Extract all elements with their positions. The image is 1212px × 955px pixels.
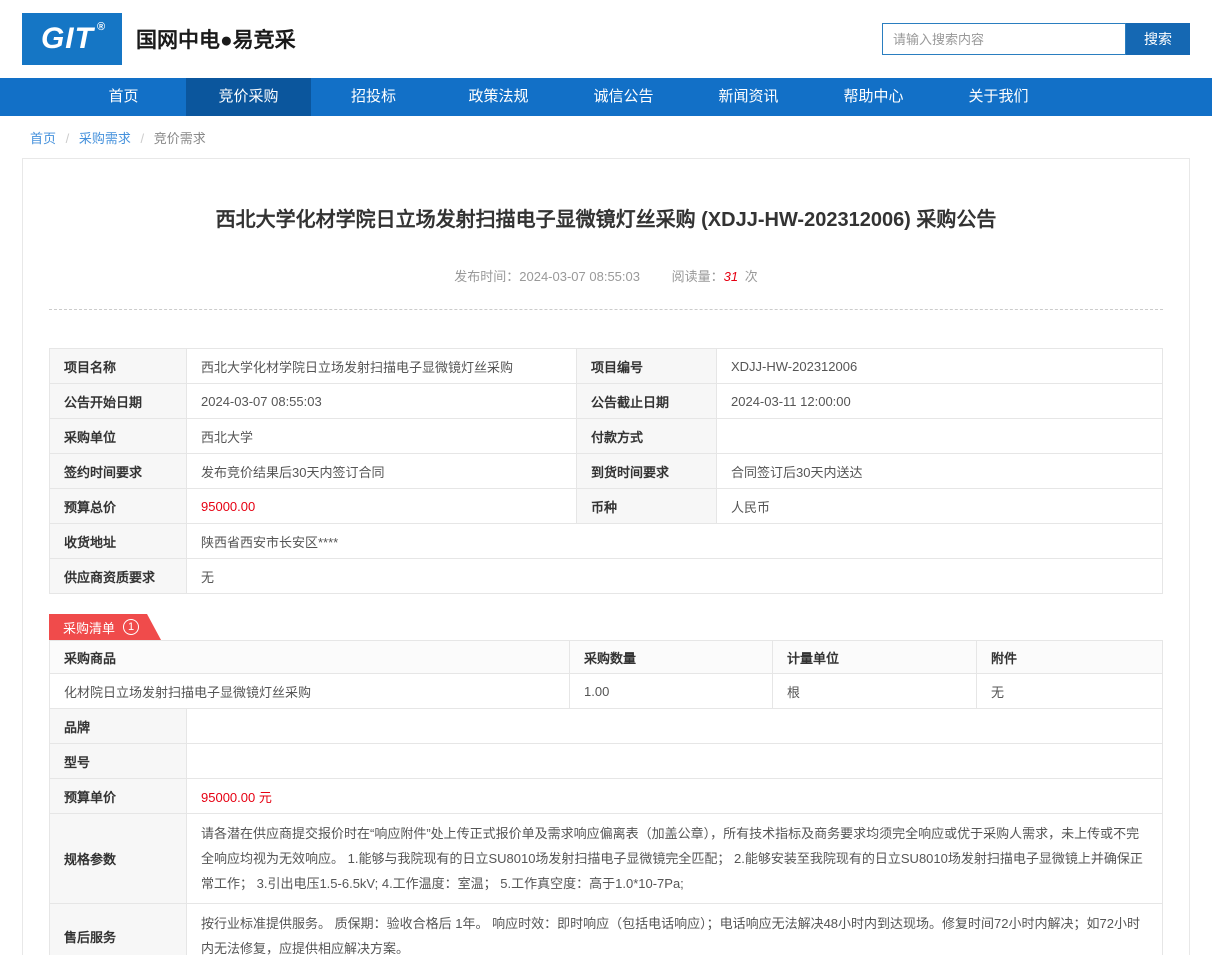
field-value: 发布竞价结果后30天内签订合同: [186, 453, 577, 489]
field-label: 签约时间要求: [49, 453, 187, 489]
nav-item-home[interactable]: 首页: [61, 78, 186, 116]
dashed-divider: [49, 309, 1163, 310]
field-value: [716, 418, 1163, 454]
product-unit: 根: [772, 673, 977, 709]
field-label: 供应商资质要求: [49, 558, 187, 594]
table-row: 预算总价 95000.00 币种 人民币: [49, 488, 1163, 524]
project-details-table: 项目名称 西北大学化材学院日立场发射扫描电子显微镜灯丝采购 项目编号 XDJJ-…: [49, 348, 1163, 594]
nav-item-news[interactable]: 新闻资讯: [686, 78, 811, 116]
after-sales-service-value: 按行业标准提供服务。 质保期：验收合格后 1年。 响应时效：即时响应（包括电话响…: [186, 903, 1163, 955]
field-label: 付款方式: [576, 418, 717, 454]
product-attributes-table: 品牌 型号 预算单价 95000.00 元 规格参数 请各潜在供应商提交报价时在…: [49, 708, 1163, 955]
field-label: 公告开始日期: [49, 383, 187, 419]
nav-item-integrity-notice[interactable]: 诚信公告: [561, 78, 686, 116]
search-input[interactable]: [882, 23, 1126, 55]
brand-name: 国网中电●易竞采: [136, 29, 296, 52]
read-count-number: 31: [723, 269, 739, 284]
nav-item-tenders[interactable]: 招投标: [311, 78, 436, 116]
breadcrumb-current: 竞价需求: [153, 131, 206, 146]
table-row: 售后服务 按行业标准提供服务。 质保期：验收合格后 1年。 响应时效：即时响应（…: [49, 903, 1163, 955]
logo-text: GIT: [40, 22, 94, 55]
page-title: 西北大学化材学院日立场发射扫描电子显微镜灯丝采购 (XDJJ-HW-202312…: [215, 209, 997, 231]
nav-item-help-center[interactable]: 帮助中心: [811, 78, 936, 116]
field-label: 预算单价: [49, 778, 187, 814]
search-button[interactable]: 搜索: [1126, 23, 1190, 55]
field-value: 西北大学化材学院日立场发射扫描电子显微镜灯丝采购: [186, 348, 577, 384]
table-row: 采购单位 西北大学 付款方式: [49, 418, 1163, 454]
field-value: 2024-03-11 12:00:00: [716, 383, 1163, 419]
table-row: 型号: [49, 743, 1163, 779]
nav-item-about-us[interactable]: 关于我们: [936, 78, 1061, 116]
product-attachment: 无: [976, 673, 1163, 709]
field-label: 采购单位: [49, 418, 187, 454]
tab-purchase-list[interactable]: 采购清单 1: [49, 614, 161, 640]
site-header: GIT® 国网中电●易竞采 搜索: [0, 0, 1212, 78]
purchase-list-section: 采购清单 1 采购商品 采购数量 计量单位 附件 化材院日立场发射扫描电子显微镜…: [49, 614, 1163, 955]
total-budget-value: 95000.00: [186, 488, 577, 524]
field-label: 收货地址: [49, 523, 187, 559]
breadcrumb-home[interactable]: 首页: [30, 131, 56, 146]
field-label: 型号: [49, 743, 187, 779]
item-count-badge: 1: [123, 619, 139, 635]
announcement-meta: 发布时间：2024-03-07 08:55:03 阅读量：31 次: [49, 266, 1163, 285]
main-nav: 首页 竞价采购 招投标 政策法规 诚信公告 新闻资讯 帮助中心 关于我们: [0, 78, 1212, 116]
field-value: 2024-03-07 08:55:03: [186, 383, 577, 419]
nav-item-bidding-purchase[interactable]: 竞价采购: [186, 78, 311, 116]
purchase-list-tab-label: 采购清单: [63, 620, 116, 636]
read-count: 阅读量：31 次: [671, 269, 758, 284]
breadcrumb-separator: /: [65, 131, 70, 146]
column-header: 附件: [976, 640, 1163, 674]
field-value: 无: [186, 558, 1163, 594]
product-name: 化材院日立场发射扫描电子显微镜灯丝采购: [49, 673, 570, 709]
field-label: 规格参数: [49, 813, 187, 904]
field-label: 公告截止日期: [576, 383, 717, 419]
publish-time: 发布时间：2024-03-07 08:55:03: [454, 269, 640, 284]
field-label: 项目名称: [49, 348, 187, 384]
field-value: 西北大学: [186, 418, 577, 454]
table-row: 收货地址 陕西省西安市长安区****: [49, 523, 1163, 559]
field-label: 售后服务: [49, 903, 187, 955]
field-value: XDJJ-HW-202312006: [716, 348, 1163, 384]
column-header: 采购商品: [49, 640, 570, 674]
registered-mark-icon: ®: [96, 21, 107, 33]
field-label: 到货时间要求: [576, 453, 717, 489]
breadcrumb: 首页 / 采购需求 / 竞价需求: [0, 116, 1212, 158]
field-label: 币种: [576, 488, 717, 524]
spec-parameters-value: 请各潜在供应商提交报价时在“响应附件”处上传正式报价单及需求响应偏离表（加盖公章…: [186, 813, 1163, 904]
field-value: 合同签订后30天内送达: [716, 453, 1163, 489]
breadcrumb-purchase-demand[interactable]: 采购需求: [79, 131, 131, 146]
table-row: 预算单价 95000.00 元: [49, 778, 1163, 814]
field-label: 项目编号: [576, 348, 717, 384]
nav-item-policies[interactable]: 政策法规: [436, 78, 561, 116]
field-label: 品牌: [49, 708, 187, 744]
announcement-panel: 西北大学化材学院日立场发射扫描电子显微镜灯丝采购 (XDJJ-HW-202312…: [22, 158, 1190, 955]
breadcrumb-separator: /: [140, 131, 145, 146]
site-logo[interactable]: GIT ®: [22, 13, 122, 65]
table-row: 品牌: [49, 708, 1163, 744]
field-label: 预算总价: [49, 488, 187, 524]
search-bar: 搜索: [882, 23, 1190, 55]
purchase-items-table: 采购商品 采购数量 计量单位 附件 化材院日立场发射扫描电子显微镜灯丝采购 1.…: [49, 640, 1163, 709]
table-header-row: 采购商品 采购数量 计量单位 附件: [49, 640, 1163, 674]
column-header: 计量单位: [772, 640, 977, 674]
table-row: 化材院日立场发射扫描电子显微镜灯丝采购 1.00 根 无: [49, 673, 1163, 709]
table-row: 项目名称 西北大学化材学院日立场发射扫描电子显微镜灯丝采购 项目编号 XDJJ-…: [49, 348, 1163, 384]
table-row: 规格参数 请各潜在供应商提交报价时在“响应附件”处上传正式报价单及需求响应偏离表…: [49, 813, 1163, 904]
unit-price-value: 95000.00 元: [186, 778, 1163, 814]
field-value: 人民币: [716, 488, 1163, 524]
field-value: 陕西省西安市长安区****: [186, 523, 1163, 559]
table-row: 供应商资质要求 无: [49, 558, 1163, 594]
column-header: 采购数量: [569, 640, 773, 674]
table-row: 公告开始日期 2024-03-07 08:55:03 公告截止日期 2024-0…: [49, 383, 1163, 419]
field-value: [186, 743, 1163, 779]
field-value: [186, 708, 1163, 744]
product-quantity: 1.00: [569, 673, 773, 709]
table-row: 签约时间要求 发布竞价结果后30天内签订合同 到货时间要求 合同签订后30天内送…: [49, 453, 1163, 489]
